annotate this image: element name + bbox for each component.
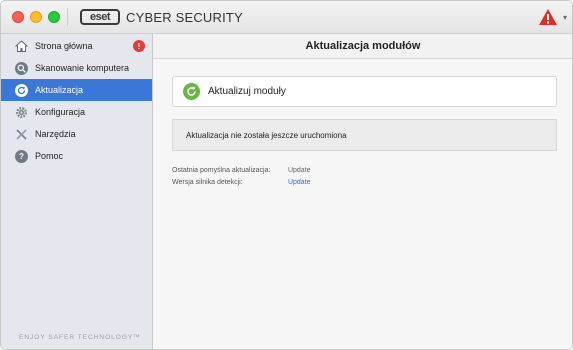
- refresh-icon: [183, 83, 200, 100]
- titlebar-divider: [67, 8, 68, 26]
- logo-text: eset: [89, 11, 111, 23]
- minimize-window-button[interactable]: [30, 11, 42, 23]
- tools-icon: [15, 128, 28, 141]
- update-button-label: Aktualizuj moduły: [208, 86, 286, 97]
- page-title: Aktualizacja modułów: [153, 34, 572, 59]
- engine-version-row: Wersja silnika detekcji: Update: [172, 179, 311, 186]
- search-icon: [15, 61, 28, 75]
- home-icon: [15, 39, 28, 53]
- chevron-down-icon[interactable]: ▾: [563, 13, 567, 22]
- sidebar: Strona główna ! Skanowanie komputera Akt…: [1, 34, 153, 349]
- sidebar-item-label: Konfiguracja: [35, 107, 86, 117]
- zoom-window-button[interactable]: [48, 11, 60, 23]
- last-update-value: Update: [287, 167, 311, 174]
- update-status-box: Aktualizacja nie została jeszcze uruchom…: [172, 119, 557, 151]
- close-window-button[interactable]: [12, 11, 24, 23]
- sidebar-item-setup[interactable]: Konfiguracja: [1, 101, 152, 123]
- help-icon: ?: [15, 149, 28, 163]
- sidebar-item-help[interactable]: ? Pomoc: [1, 145, 152, 167]
- product-name: CYBER SECURITY: [126, 10, 243, 25]
- sidebar-item-scan[interactable]: Skanowanie komputera: [1, 57, 152, 79]
- update-status-text: Aktualizacja nie została jeszcze uruchom…: [186, 130, 347, 140]
- tagline: ENJOY SAFER TECHNOLOGY™: [19, 334, 141, 341]
- sidebar-item-label: Pomoc: [35, 151, 64, 161]
- sidebar-item-label: Skanowanie komputera: [35, 63, 130, 73]
- alert-badge: !: [133, 40, 145, 52]
- gear-icon: [15, 106, 28, 119]
- sidebar-item-label: Strona główna: [35, 41, 93, 51]
- engine-version-label: Wersja silnika detekcji:: [172, 179, 243, 186]
- last-update-label: Ostatnia pomyślna aktualizacja:: [172, 167, 271, 174]
- title-bar: eset CYBER SECURITY ▾: [1, 1, 572, 34]
- sidebar-item-tools[interactable]: Narzędzia: [1, 123, 152, 145]
- refresh-icon: [15, 83, 28, 97]
- warning-triangle-icon[interactable]: [538, 8, 558, 26]
- eset-logo: eset: [80, 9, 120, 25]
- sidebar-item-label: Narzędzia: [35, 129, 76, 139]
- app-window: eset CYBER SECURITY ▾ Strona główna ! Sk…: [0, 0, 573, 350]
- last-update-row: Ostatnia pomyślna aktualizacja: Update: [172, 167, 311, 174]
- update-modules-button[interactable]: Aktualizuj moduły: [172, 76, 557, 107]
- main-panel: Aktualizacja modułów Aktualizuj moduły A…: [153, 34, 572, 349]
- sidebar-item-home[interactable]: Strona główna !: [1, 35, 152, 57]
- engine-version-link[interactable]: Update: [288, 179, 311, 186]
- sidebar-item-update[interactable]: Aktualizacja: [1, 79, 152, 101]
- sidebar-item-label: Aktualizacja: [35, 85, 84, 95]
